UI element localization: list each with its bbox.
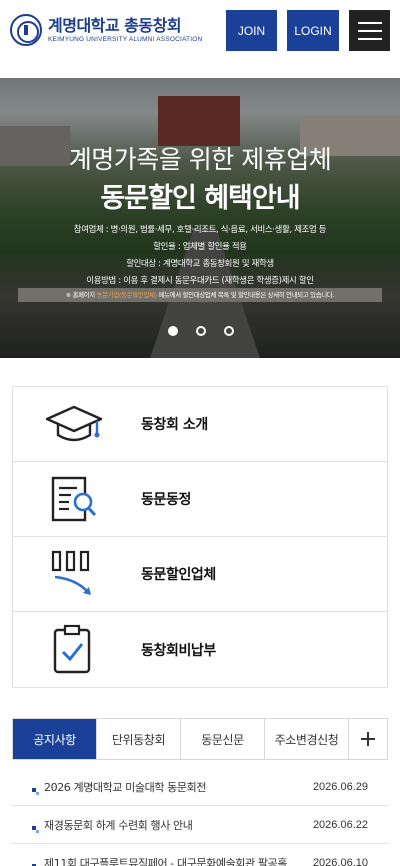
hero-title: 계명가족을 위한 제휴업체 [68,145,332,174]
slider-pagination [168,326,234,336]
menu-item-membership-fee[interactable]: 동창회비납부 [13,612,387,687]
tab-address-change[interactable]: 주소변경신청 [265,719,349,759]
menu-label: 동문할인업체 [141,567,216,583]
hero-note: ※ 홈페이지 동문기업(동문할인업체) 메뉴에서 할인대상업체 목록 및 할인내… [65,291,335,299]
notice-title[interactable]: 제11회 대구플루트뮤직페어 - 대구문화예술회관 팔공홀 [44,855,287,866]
tab-alumni-newspaper[interactable]: 동문신문 [181,719,265,759]
menu-label: 동문동정 [141,492,191,508]
menu-item-alumni-news[interactable]: 동문동정 [13,462,387,537]
logo-subtitle: KEIMYUNG UNIVERSITY ALUMNI ASSOCIATION [48,35,203,43]
notice-date: 2026.06.22 [312,818,368,831]
notice-list: 2026 계명대학교 미술대학 동문회전 2026.06.29 재경동문회 하계… [12,768,388,866]
graduation-cap-icon [45,405,103,442]
hamburger-menu-button[interactable] [349,10,390,51]
notice-date: 2026.06.10 [312,856,368,866]
list-item[interactable]: 재경동문회 하계 수련회 행사 안내 2026.06.22 [12,806,388,844]
list-item[interactable]: 2026 계명대학교 미술대학 동문회전 2026.06.29 [12,768,388,806]
university-emblem-icon [10,14,42,46]
document-search-icon [51,476,97,522]
clipboard-check-icon [53,624,91,674]
tab-unit-alumni[interactable]: 단위동창회 [97,719,181,759]
notice-title[interactable]: 재경동문회 하계 수련회 행사 안내 [44,817,193,833]
hamburger-icon [357,21,382,24]
join-button[interactable]: JOIN [226,10,277,51]
board-tabs: 공지사항 단위동창회 동문신문 주소변경신청 [12,718,388,760]
slider-dot-3[interactable] [224,326,234,336]
plus-icon [361,732,375,746]
notice-date: 2026.06.29 [312,780,368,793]
hero-info-discount-rate: 할인율 : 업체별 할인율 적용 [153,241,247,251]
notice-title[interactable]: 2026 계명대학교 미술대학 동문회전 [44,779,206,795]
list-item[interactable]: 제11회 대구플루트뮤직페어 - 대구문화예술회관 팔공홀 2026.06.10 [12,844,388,866]
discount-chart-icon [51,550,91,595]
menu-label: 동창회비납부 [141,642,216,659]
slider-dot-1[interactable] [168,326,178,336]
hero-headline: 동문할인 혜택안내 [100,183,300,214]
menu-item-alumni-intro[interactable]: 동창회 소개 [13,387,387,462]
menu-label: 동창회 소개 [141,417,208,433]
menu-item-discount-partners[interactable]: 동문할인업체 [13,537,387,612]
hero-banner[interactable]: 계명가족을 위한 제휴업체 동문할인 혜택안내 참여업체 : 병·의원, 법률·… [0,78,400,358]
more-button[interactable] [349,719,387,759]
slider-dot-2[interactable] [196,326,206,336]
hero-info-participants: 참여업체 : 병·의원, 법률·세무, 호텔·리조트, 식·음료, 서비스·생활… [73,224,327,234]
site-logo[interactable]: 계명대학교 총동창회 KEIMYUNG UNIVERSITY ALUMNI AS… [10,14,202,46]
logo-title: 계명대학교 총동창회 [48,15,182,35]
hero-info-usage: 이용방법 : 이용 후 결제시 동문우대카드 (재학생은 학생증)제시 할인 [86,275,314,285]
quick-menu: 동창회 소개 동문동정 동문할인업체 동창회비납부 [12,386,388,688]
hero-info-eligibility: 할인대상 : 계명대학교 총동창회원 및 재학생 [126,258,274,268]
tab-notice[interactable]: 공지사항 [13,719,97,759]
site-header: 계명대학교 총동창회 KEIMYUNG UNIVERSITY ALUMNI AS… [0,0,400,76]
hero-note-highlight: 동문기업(동문할인업체) [96,291,157,299]
login-button[interactable]: LOGIN [287,10,339,51]
